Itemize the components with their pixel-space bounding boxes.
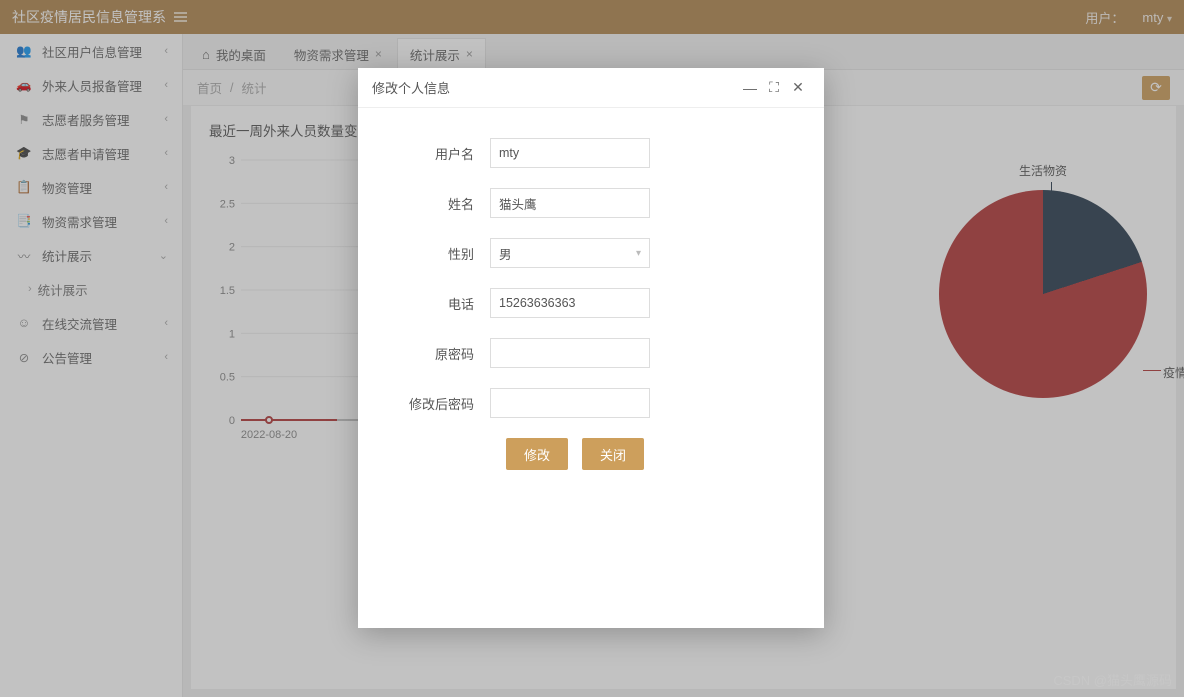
- close-button[interactable]: 关闭: [582, 438, 644, 470]
- old-password-field[interactable]: [490, 338, 650, 368]
- chevron-down-icon: ▾: [636, 248, 641, 259]
- label-gender: 性别: [392, 244, 490, 263]
- label-username: 用户名: [392, 144, 490, 163]
- phone-field[interactable]: [490, 288, 650, 318]
- save-button[interactable]: 修改: [506, 438, 568, 470]
- edit-profile-modal: 修改个人信息 — ⛶ ✕ 用户名 姓名 性别 男 ▾ 电话 原密码: [358, 68, 824, 628]
- label-oldpwd: 原密码: [392, 344, 490, 363]
- label-name: 姓名: [392, 194, 490, 213]
- label-newpwd: 修改后密码: [392, 394, 490, 413]
- close-icon[interactable]: ✕: [786, 79, 810, 96]
- gender-select[interactable]: 男 ▾: [490, 238, 650, 268]
- modal-header: 修改个人信息 — ⛶ ✕: [358, 68, 824, 108]
- modal-title: 修改个人信息: [372, 78, 450, 97]
- maximize-icon[interactable]: ⛶: [762, 79, 786, 96]
- watermark: CSDN @猫头鹰源码: [1053, 670, 1172, 689]
- label-phone: 电话: [392, 294, 490, 313]
- username-field[interactable]: [490, 138, 650, 168]
- name-field[interactable]: [490, 188, 650, 218]
- new-password-field[interactable]: [490, 388, 650, 418]
- gender-value: 男: [499, 244, 512, 263]
- minimize-icon[interactable]: —: [738, 80, 762, 96]
